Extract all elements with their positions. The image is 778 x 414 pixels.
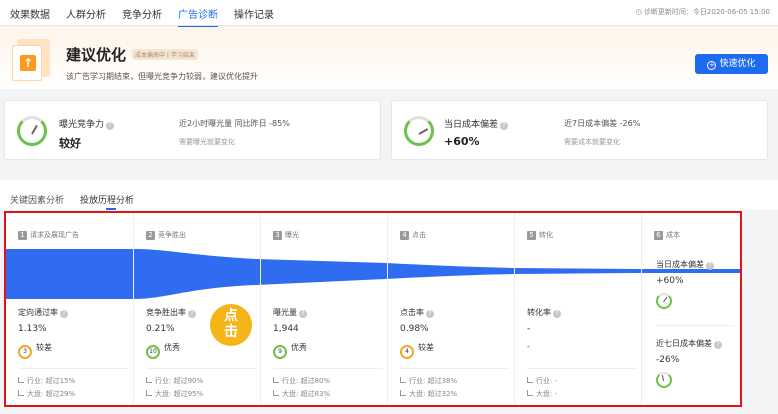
- quick-optimize-button[interactable]: + 快速优化: [695, 54, 768, 74]
- help-icon[interactable]: ?: [500, 122, 509, 130]
- card-note: 需要曝光就要变化: [179, 138, 235, 146]
- gauge-icon: [656, 293, 672, 309]
- clock-icon: ◷: [635, 8, 644, 16]
- funnel-stage-6: 6 成本 当日成本偏差? +60% 近七日成本偏差? -26%: [642, 213, 740, 405]
- stage-header: 4 点击: [400, 230, 426, 240]
- score-ring: 3: [18, 345, 32, 359]
- help-icon[interactable]: ?: [714, 341, 722, 349]
- funnel-stage-5: 5 转化 转化率? - - 行业: - 大盘: -: [515, 213, 642, 405]
- today-cost-value: +60%: [656, 276, 684, 286]
- bar-chart-icon: [146, 377, 152, 383]
- card-label: 曝光竞争力?: [59, 117, 115, 130]
- suggestion-desc: 该广告学习期结束，但曝光竞争力较弱，建议优化提升: [66, 72, 258, 81]
- bar-chart-icon: [18, 390, 24, 396]
- industry-bench: 行业: 超过90%: [146, 376, 203, 386]
- week-cost-value: -26%: [656, 355, 680, 365]
- bar-chart-icon: [146, 390, 152, 396]
- bar-chart-icon: [527, 377, 533, 383]
- bar-chart-icon: [18, 377, 24, 383]
- status-badge: 成本偏高中 | 学习结束: [132, 49, 198, 60]
- page-title: 建议优化: [66, 46, 127, 64]
- tab-effect-data[interactable]: 效果数据: [10, 6, 50, 21]
- stage-header: 6 成本: [654, 230, 680, 240]
- metric-value: 0.21%: [146, 324, 175, 334]
- industry-bench: 行业: 超过80%: [273, 376, 330, 386]
- week-cost-label: 近七日成本偏差?: [656, 338, 722, 349]
- bar-chart-icon: [527, 390, 533, 396]
- metric-label: 转化率?: [527, 307, 561, 318]
- score-rating: 9 优秀: [273, 342, 307, 359]
- tab-competition[interactable]: 竞争分析: [122, 6, 162, 21]
- optimize-doc-icon: ↑: [12, 39, 52, 81]
- score-ring: 9: [273, 345, 287, 359]
- help-icon[interactable]: ?: [188, 310, 196, 318]
- suggestion-banner: ↑ 建议优化 成本偏高中 | 学习结束 该广告学习期结束，但曝光竞争力较弱，建议…: [0, 27, 778, 89]
- card-sub: 近2小时曝光量 同比昨日 -85%: [179, 119, 290, 128]
- top-nav: 效果数据 人群分析 竞争分析 广告诊断 操作记录 ◷ 诊断更新时间：今日2020…: [0, 0, 778, 28]
- card-value: +60%: [444, 135, 480, 148]
- score-rating: 3 较差: [18, 342, 52, 359]
- funnel-stage-1: 1 请求及展现广告 定向通过率? 1.13% 3 较差 行业: 超过15% 大盘: …: [6, 213, 134, 405]
- funnel-stage-4: 4 点击 点击率? 0.98% 4 较差 行业: 超过38% 大盘: 超过32%: [388, 213, 515, 405]
- score-ring: 10: [146, 345, 160, 359]
- gauge-icon: [404, 116, 434, 146]
- tab-operation-log[interactable]: 操作记录: [234, 6, 274, 21]
- help-icon[interactable]: ?: [426, 310, 434, 318]
- help-icon[interactable]: ?: [706, 262, 714, 270]
- help-icon[interactable]: ?: [60, 310, 68, 318]
- industry-bench: 行业: -: [527, 376, 557, 386]
- metric-value: 1.13%: [18, 324, 47, 334]
- today-cost-label: 当日成本偏差?: [656, 259, 714, 270]
- metric-label: 点击率?: [400, 307, 434, 318]
- metric-label: 定向通过率?: [18, 307, 68, 318]
- exposure-card: 曝光竞争力? 较好 近2小时曝光量 同比昨日 -85% 需要曝光就要变化: [4, 100, 381, 160]
- score-rating: -: [527, 342, 530, 351]
- market-bench: 大盘: 超过29%: [18, 389, 75, 399]
- card-label: 当日成本偏差?: [444, 117, 509, 130]
- score-ring: 4: [400, 345, 414, 359]
- plus-circle-icon: +: [707, 61, 717, 70]
- market-bench: 大盘: -: [527, 389, 557, 399]
- industry-bench: 行业: 超过38%: [400, 376, 457, 386]
- metric-value: -: [527, 324, 531, 334]
- help-icon[interactable]: ?: [553, 310, 561, 318]
- tab-key-factors[interactable]: 关键因素分析: [10, 193, 64, 206]
- funnel-stage-3: 3 曝光 曝光量? 1,944 9 优秀 行业: 超过80% 大盘: 超过83%: [261, 213, 388, 405]
- score-rating: 10 优秀: [146, 342, 180, 359]
- tab-audience[interactable]: 人群分析: [66, 6, 106, 21]
- cost-card: 当日成本偏差? +60% 近7日成本偏差 -26% 需要成本就要变化: [391, 100, 768, 160]
- bar-chart-icon: [400, 390, 406, 396]
- bar-chart-icon: [273, 377, 279, 383]
- metric-label: 竞争胜出率?: [146, 307, 196, 318]
- card-note: 需要成本就要变化: [564, 138, 620, 146]
- industry-bench: 行业: 超过15%: [18, 376, 75, 386]
- card-value: 较好: [59, 137, 81, 150]
- analysis-tabs: 关键因素分析 投放历程分析: [0, 180, 778, 210]
- click-hint-badge[interactable]: 点击: [210, 304, 252, 346]
- market-bench: 大盘: 超过83%: [273, 389, 330, 399]
- stage-header: 1 请求及展现广告: [18, 230, 79, 240]
- market-bench: 大盘: 超过32%: [400, 389, 457, 399]
- score-rating: 4 较差: [400, 342, 434, 359]
- market-bench: 大盘: 超过95%: [146, 389, 203, 399]
- help-icon[interactable]: ?: [106, 122, 115, 130]
- metric-value: 0.98%: [400, 324, 429, 334]
- bar-chart-icon: [400, 377, 406, 383]
- tab-delivery-history[interactable]: 投放历程分析: [80, 193, 134, 210]
- stage-header: 3 曝光: [273, 230, 299, 240]
- metric-value: 1,944: [273, 324, 299, 334]
- metric-label: 曝光量?: [273, 307, 307, 318]
- help-icon[interactable]: ?: [299, 310, 307, 318]
- gauge-icon: [17, 116, 47, 146]
- tab-ad-diagnosis[interactable]: 广告诊断: [178, 6, 218, 28]
- bar-chart-icon: [273, 390, 279, 396]
- stage-header: 2 竞争胜出: [146, 230, 186, 240]
- delivery-funnel: 1 请求及展现广告 定向通过率? 1.13% 3 较差 行业: 超过15% 大盘: …: [4, 211, 742, 407]
- diagnosis-time: ◷ 诊断更新时间：今日2020-06-05 15:00: [635, 8, 770, 16]
- card-sub: 近7日成本偏差 -26%: [564, 119, 641, 128]
- gauge-icon: [656, 372, 672, 388]
- stage-header: 5 转化: [527, 230, 553, 240]
